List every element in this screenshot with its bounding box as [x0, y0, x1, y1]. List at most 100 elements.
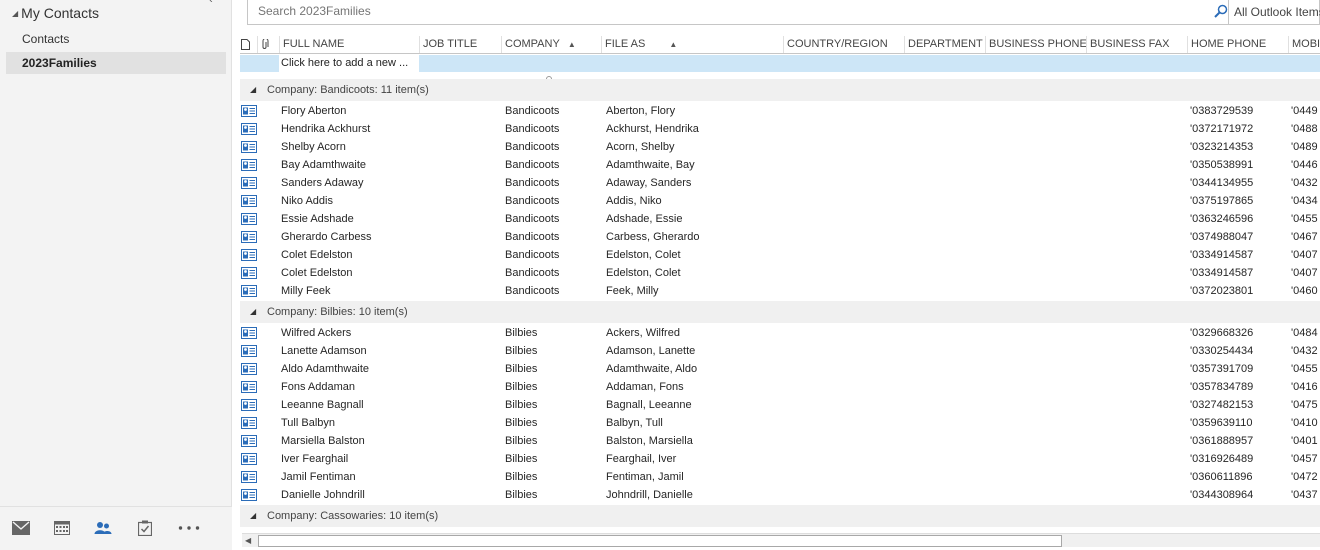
search-input[interactable] — [258, 4, 1198, 18]
contact-row[interactable]: Aldo Adamthwaite Bilbies Adamthwaite, Aldo… — [240, 360, 1320, 378]
contact-name: Shelby Acorn — [281, 141, 346, 153]
contact-mobile: '0488 — [1291, 123, 1318, 135]
folder-label: Contacts — [22, 32, 70, 46]
contact-file-as: Adamthwaite, Bay — [606, 159, 695, 171]
sort-ascending-icon: ▲ — [669, 40, 678, 49]
contact-row[interactable]: Iver Fearghail Bilbies Fearghail, Iver '031… — [240, 450, 1320, 468]
contact-name: Danielle Johndrill — [281, 489, 365, 501]
column-file-as[interactable]: FILE AS ▲ — [601, 36, 783, 53]
horizontal-scrollbar[interactable]: ◀ — [242, 533, 1320, 547]
column-full-name[interactable]: FULL NAME — [279, 36, 419, 53]
column-department[interactable]: DEPARTMENT — [904, 36, 985, 53]
collapse-group-icon[interactable]: ◢ — [250, 79, 256, 101]
contact-mobile: '0489 — [1291, 141, 1318, 153]
collapse-group-icon[interactable]: ◢ — [250, 301, 256, 323]
group-header[interactable]: ◢ Company: Cassowaries: 10 item(s) — [240, 505, 1320, 527]
tasks-icon[interactable] — [132, 517, 158, 539]
search-scope-dropdown[interactable]: All Outlook Items — [1228, 0, 1320, 24]
column-country-region[interactable]: COUNTRY/REGION — [783, 36, 904, 53]
column-mobile[interactable]: MOBI — [1288, 36, 1320, 53]
contact-card-icon — [241, 105, 257, 117]
group-label: Company: Bilbies: 10 item(s) — [267, 306, 408, 318]
contact-row[interactable]: Shelby Acorn Bandicoots Acorn, Shelby '0323… — [240, 138, 1320, 156]
add-new-row: Click here to add a new ... — [240, 55, 1320, 72]
calendar-icon[interactable] — [49, 517, 75, 539]
contact-home-phone: '0329668326 — [1190, 327, 1254, 339]
contact-company: Bandicoots — [505, 141, 560, 153]
contact-file-as: Johndrill, Danielle — [606, 489, 693, 501]
pane-collapse-icon[interactable]: ‹ — [209, 0, 221, 6]
contact-row[interactable]: Leeanne Bagnall Bilbies Bagnall, Leeanne '0… — [240, 396, 1320, 414]
folder-2023families[interactable]: 2023Families — [6, 52, 226, 74]
my-contacts-header[interactable]: ◢ My Contacts — [12, 5, 99, 21]
column-job-title[interactable]: JOB TITLE — [419, 36, 501, 53]
contact-file-as: Acorn, Shelby — [606, 141, 675, 153]
column-business-phone[interactable]: BUSINESS PHONE — [985, 36, 1086, 53]
column-company[interactable]: COMPANY ▲ — [501, 36, 601, 53]
search-icon[interactable] — [1214, 4, 1228, 21]
item-type-column[interactable] — [240, 36, 256, 53]
contact-file-as: Fearghail, Iver — [606, 453, 677, 465]
contact-row[interactable]: Colet Edelston Bandicoots Edelston, Colet '… — [240, 246, 1320, 264]
group-header[interactable]: ◢ Company: Bilbies: 10 item(s) — [240, 301, 1320, 323]
contact-name: Fons Addaman — [281, 381, 355, 393]
column-home-phone[interactable]: HOME PHONE — [1187, 36, 1288, 53]
contact-name: Aldo Adamthwaite — [281, 363, 370, 375]
contact-row[interactable]: Lanette Adamson Bilbies Adamson, Lanette '0… — [240, 342, 1320, 360]
contact-mobile: '0416 — [1291, 381, 1318, 393]
contact-mobile: '0467 — [1291, 231, 1318, 243]
column-business-fax[interactable]: BUSINESS FAX — [1086, 36, 1187, 53]
attachment-column[interactable] — [257, 36, 279, 53]
contact-row[interactable]: Gherardo Carbess Bandicoots Carbess, Ghera… — [240, 228, 1320, 246]
folder-contacts[interactable]: Contacts — [6, 28, 226, 50]
contact-company: Bandicoots — [505, 213, 560, 225]
contact-name: Colet Edelston — [281, 249, 353, 261]
more-icon[interactable] — [176, 517, 202, 539]
contact-card-icon — [241, 327, 257, 339]
group-label: Company: Bandicoots: 11 item(s) — [267, 84, 429, 96]
contact-home-phone: '0375197865 — [1190, 195, 1254, 207]
contact-card-icon — [241, 249, 257, 261]
contact-home-phone: '0361888957 — [1190, 435, 1254, 447]
contact-row[interactable]: Essie Adshade Bandicoots Adshade, Essie '03… — [240, 210, 1320, 228]
contact-file-as: Balbyn, Tull — [606, 417, 663, 429]
add-new-contact-input[interactable]: Click here to add a new ... — [279, 55, 419, 72]
collapse-group-icon[interactable]: ◢ — [250, 505, 256, 527]
contact-company: Bilbies — [505, 363, 538, 375]
scrollbar-thumb[interactable] — [258, 535, 1062, 547]
contact-row[interactable]: Sanders Adaway Bandicoots Adaway, Sanders '… — [240, 174, 1320, 192]
contact-name: Jamil Fentiman — [281, 471, 356, 483]
contact-row[interactable]: Jamil Fentiman Bilbies Fentiman, Jamil '036… — [240, 468, 1320, 486]
contact-row[interactable]: Marsiella Balston Bilbies Balston, Marsiel… — [240, 432, 1320, 450]
contact-mobile: '0437 — [1291, 489, 1318, 501]
contact-home-phone: '0350538991 — [1190, 159, 1254, 171]
contact-home-phone: '0344308964 — [1190, 489, 1254, 501]
contact-file-as: Adamthwaite, Aldo — [606, 363, 698, 375]
expand-triangle-icon[interactable]: ◢ — [12, 9, 18, 18]
sort-ascending-icon: ▲ — [567, 40, 576, 49]
contact-mobile: '0432 — [1291, 177, 1318, 189]
contact-row[interactable]: Fons Addaman Bilbies Addaman, Fons '0357834… — [240, 378, 1320, 396]
contact-row[interactable]: Niko Addis Bandicoots Addis, Niko '03751978… — [240, 192, 1320, 210]
contact-home-phone: '0330254434 — [1190, 345, 1254, 357]
contact-row[interactable]: Milly Feek Bandicoots Feek, Milly '03720238… — [240, 282, 1320, 300]
contact-file-as: Adaway, Sanders — [606, 177, 692, 189]
contact-card-icon — [241, 123, 257, 135]
people-icon[interactable] — [90, 517, 116, 539]
contact-name: Milly Feek — [281, 285, 331, 297]
contact-home-phone: '0323214353 — [1190, 141, 1254, 153]
contact-company: Bandicoots — [505, 267, 560, 279]
contact-row[interactable]: Tull Balbyn Bilbies Balbyn, Tull '035963911… — [240, 414, 1320, 432]
contact-card-icon — [241, 231, 257, 243]
contact-row[interactable]: Hendrika Ackhurst Bandicoots Ackhurst, Hen… — [240, 120, 1320, 138]
contact-row[interactable]: Bay Adamthwaite Bandicoots Adamthwaite, Ba… — [240, 156, 1320, 174]
contact-row[interactable]: Flory Aberton Bandicoots Aberton, Flory '03… — [240, 102, 1320, 120]
contact-row[interactable]: Colet Edelston Bandicoots Edelston, Colet '… — [240, 264, 1320, 282]
group-header[interactable]: ◢ Company: Bandicoots: 11 item(s) — [240, 79, 1320, 101]
contact-row[interactable]: Danielle Johndrill Bilbies Johndrill, Dani… — [240, 486, 1320, 504]
scroll-left-icon[interactable]: ◀ — [245, 536, 251, 545]
contact-row[interactable]: Wilfred Ackers Bilbies Ackers, Wilfred '032… — [240, 324, 1320, 342]
contact-home-phone: '0327482153 — [1190, 399, 1254, 411]
group-label: Company: Cassowaries: 10 item(s) — [267, 510, 439, 522]
mail-icon[interactable] — [8, 517, 34, 539]
